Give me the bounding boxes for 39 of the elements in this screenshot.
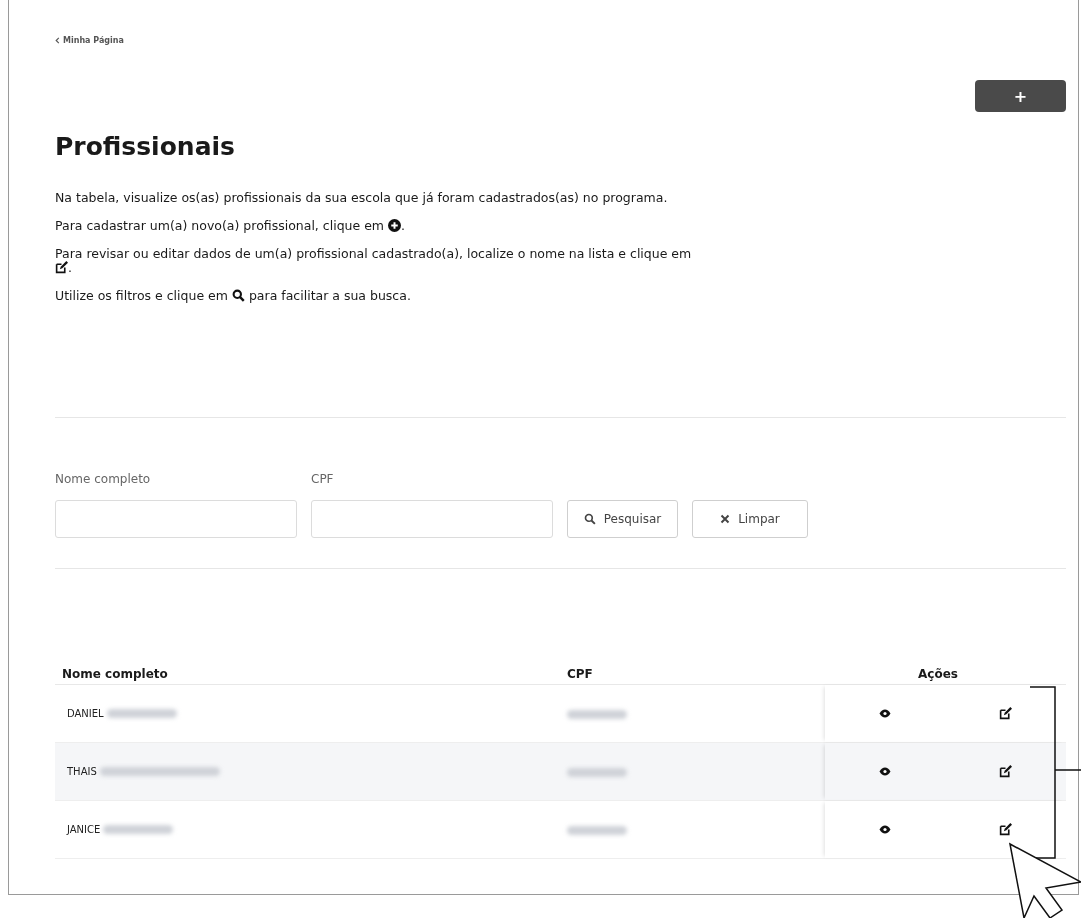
instruction-text: para facilitar a sua busca. [247,288,411,303]
redacted-text [103,825,174,834]
field-label: CPF [311,472,335,486]
add-button[interactable]: + [975,80,1066,112]
redacted-text [567,768,627,777]
eye-icon [879,767,892,776]
instruction-text: Na tabela, visualize os(as) profissionais da sua escola que já foram cadastrados(as) no programa. [55,191,669,205]
edit-icon [999,823,1013,836]
input-field[interactable] [311,500,553,538]
back-link[interactable]: Minha Página [55,36,124,45]
edit-icon [55,261,68,274]
instruction-text: Utilize os filtros e clique em [55,288,228,303]
close-icon [720,514,731,524]
input-field[interactable] [55,500,297,538]
instruction-text: . [68,260,72,275]
field-label: Nome completo [55,472,152,486]
search-icon [231,289,245,302]
name-cell: DANIEL [67,708,104,719]
column-header: Ações [917,667,959,683]
eye-icon [879,709,892,718]
clear-button[interactable]: Limpar [692,500,808,538]
search-button[interactable]: Pesquisar [567,500,678,538]
column-header: Nome completo [62,667,169,683]
edit-icon [999,765,1013,778]
plus-circle-icon [388,219,401,232]
eye-icon [879,825,892,834]
search-icon [583,513,596,525]
chevron-left-icon [55,37,60,44]
redacted-text [106,709,177,718]
instruction-text: . [401,218,405,233]
column-header: CPF [567,667,594,683]
name-cell: THAIS [67,766,97,777]
edit-icon [999,707,1013,720]
instruction-text: Para revisar ou editar dados de um(a) profissional cadastrado(a), localize o nome na lista e clique em [55,246,692,261]
page-title: Profissionais [55,132,236,161]
instruction-text: Para cadastrar um(a) novo(a) profissional, clique em [55,218,385,233]
redacted-text [567,826,627,835]
redacted-text [567,710,627,719]
name-cell: JANICE [67,824,101,835]
